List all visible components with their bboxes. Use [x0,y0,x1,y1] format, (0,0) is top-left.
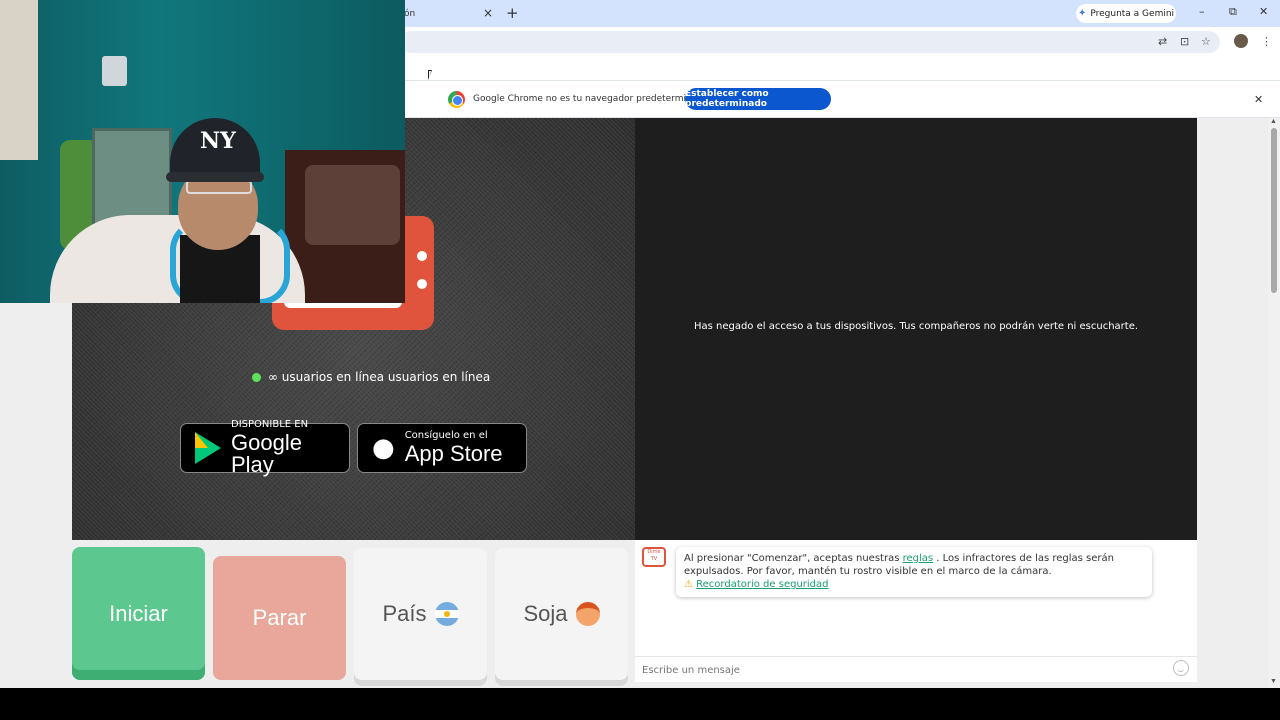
app-store-badge[interactable]: ● Consíguelo en el App Store [357,423,527,473]
webcam-overlay: NY [0,0,405,303]
gender-button[interactable]: Soja [495,548,628,680]
safety-reminder-link[interactable]: Recordatorio de seguridad [696,579,828,590]
star-icon[interactable]: ☆ [1201,35,1211,48]
online-dot-icon [252,372,261,382]
new-tab-button[interactable]: + [506,4,519,22]
person-face-icon [575,602,600,626]
emoji-icon[interactable] [1173,660,1189,676]
app-store-small: Consíguelo en el [404,430,488,441]
profile-icon[interactable] [1234,34,1248,48]
menu-icon[interactable]: ⋮ [1261,35,1272,48]
gemini-button-label: Pregunta a Gemini [1090,8,1175,19]
google-play-small: DISPONIBLE EN [231,419,309,430]
online-users-text: ∞ usuarios en línea usuarios en línea [268,370,491,384]
country-button[interactable]: País [354,548,487,680]
apple-icon: ● [372,433,395,463]
chat-avatar-logo: Dime TV [642,547,666,567]
chat-input-bar [635,656,1197,682]
online-users: ∞ usuarios en línea usuarios en línea [252,370,490,384]
close-window-button[interactable]: ✕ [1259,5,1268,18]
google-play-icon [195,432,221,464]
denied-message: Has negado el acceso a tus dispositivos.… [693,321,1139,332]
msg-part1: Al presionar "Comenzar", aceptas nuestra… [684,553,903,564]
country-button-label: País [382,601,427,626]
stop-button[interactable]: Parar [213,556,346,680]
set-default-button[interactable]: Establecer como predeterminado [685,88,831,110]
scroll-up-icon[interactable]: ▲ [1270,118,1277,125]
infobar-message: Google Chrome no es tu navegador predete… [473,94,709,104]
tab-title: ón [404,9,416,19]
rules-link[interactable]: reglas [903,553,934,564]
warning-icon: ⚠ [684,579,693,590]
infobar-close-icon[interactable]: ✕ [1254,93,1263,106]
message-input[interactable] [642,662,1162,678]
mouse-cursor-icon [428,70,432,80]
gender-button-label: Soja [523,601,568,626]
restore-button[interactable]: ⧉ [1229,5,1237,19]
translate-icon[interactable]: ⇄ [1158,35,1167,48]
scrollbar-thumb[interactable] [1271,128,1277,293]
gemini-button[interactable]: ✦ Pregunta a Gemini [1076,4,1176,23]
tv-knob-icon [417,279,427,289]
google-play-badge[interactable]: DISPONIBLE EN Google Play [180,419,350,477]
scroll-down-icon[interactable]: ▼ [1270,678,1277,685]
minimize-button[interactable]: – [1199,5,1205,18]
tv-knob-icon [417,251,427,261]
address-bar[interactable] [400,31,1220,53]
install-icon[interactable]: ⊡ [1180,35,1189,48]
app-store-big: App Store [404,441,503,466]
system-message: Al presionar "Comenzar", aceptas nuestra… [676,547,1152,597]
tab-close-icon[interactable]: × [483,6,493,20]
start-button[interactable]: Iniciar [72,547,205,680]
chrome-icon [448,91,465,108]
google-play-big: Google Play [231,430,302,477]
argentina-flag-icon [434,602,459,626]
gemini-icon: ✦ [1077,8,1087,19]
